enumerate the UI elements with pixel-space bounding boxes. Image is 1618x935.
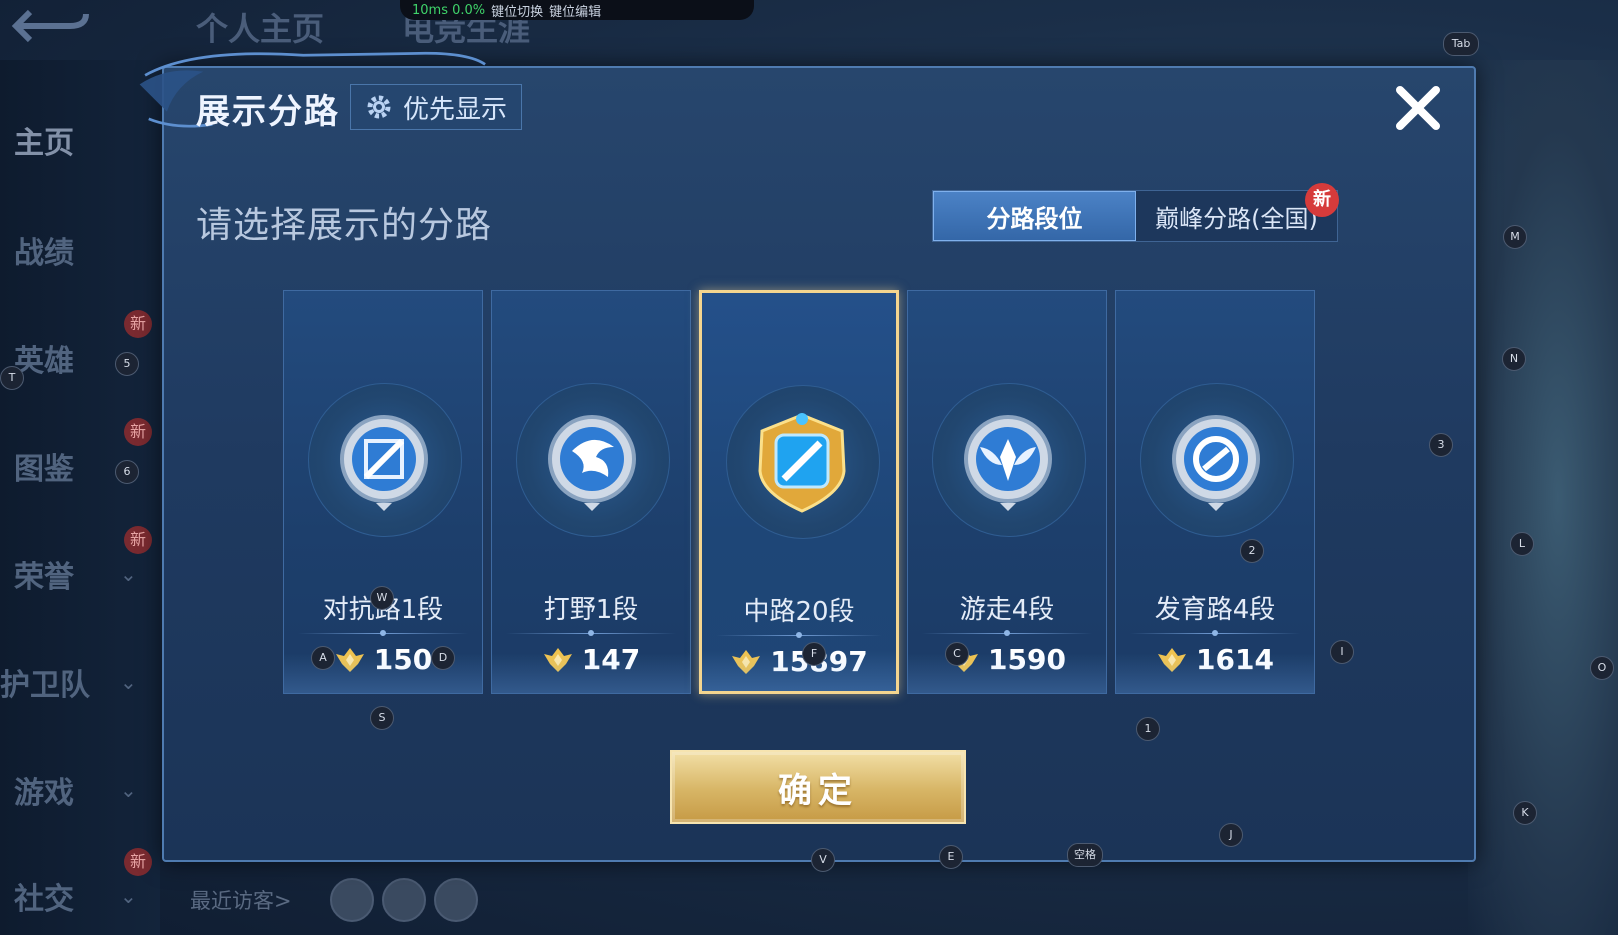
new-badge: 新	[124, 848, 152, 876]
key-hint: L	[1510, 532, 1534, 556]
card-glow	[1116, 653, 1314, 693]
key-hint: O	[1590, 656, 1614, 680]
key-hint: Tab	[1443, 32, 1479, 56]
tab-peak-lane[interactable]: 巅峰分路(全国) 新	[1136, 183, 1339, 241]
key-hint: V	[811, 848, 835, 872]
divider	[796, 632, 802, 638]
tab-personal-home[interactable]: 个人主页	[196, 4, 324, 50]
divider	[1212, 630, 1218, 636]
key-edit-button[interactable]: 键位编辑	[549, 1, 601, 20]
confirm-button[interactable]: 确定	[670, 750, 966, 824]
lane-tab-group: 分路段位 巅峰分路(全国) 新	[932, 183, 1339, 242]
chevron-down-icon: ⌄	[120, 778, 137, 802]
sidebar: 主页 战绩 英雄 新 图鉴 新 荣誉 新 ⌄ 护卫队 ⌄ 游戏 ⌄ 社交 新 ⌄	[0, 60, 160, 935]
card-glow	[908, 653, 1106, 693]
priority-display-button[interactable]: 优先显示	[350, 84, 522, 130]
key-hint: M	[1503, 225, 1527, 249]
key-hint: 1	[1136, 717, 1160, 741]
chevron-down-icon: ⌄	[120, 562, 137, 586]
lane-name: 发育路4段	[1154, 595, 1276, 625]
divider	[588, 630, 594, 636]
close-icon	[1396, 86, 1440, 130]
lane-card-top[interactable]: 对抗路1段 150	[283, 290, 483, 694]
lane-name: 游走4段	[959, 595, 1055, 625]
hud-overlay: 10ms 0.0% 键位切换 键位编辑	[400, 0, 754, 20]
sidebar-item-social[interactable]: 社交	[14, 874, 164, 918]
sidebar-item-games[interactable]: 游戏	[14, 768, 164, 812]
background-art	[1468, 60, 1618, 935]
visitor-avatar[interactable]	[382, 878, 426, 922]
confirm-label: 确定	[778, 770, 858, 811]
key-hint: 5	[115, 352, 139, 376]
select-lane-prompt: 请选择展示的分路	[196, 205, 493, 246]
card-glow	[492, 653, 690, 693]
tab-lane-rank[interactable]: 分路段位	[933, 191, 1136, 241]
key-hint: E	[939, 845, 963, 869]
key-hint: 6	[115, 460, 139, 484]
card-glow	[702, 651, 896, 691]
key-hint: W	[370, 586, 394, 610]
lane-card-adc[interactable]: 发育路4段 1614	[1115, 290, 1315, 694]
new-badge: 新	[1305, 183, 1339, 217]
staff-icon	[758, 413, 846, 513]
tab-peak-lane-label: 巅峰分路(全国)	[1155, 204, 1318, 233]
lane-name: 打野1段	[543, 595, 639, 625]
key-hint: J	[1219, 823, 1243, 847]
divider	[380, 630, 386, 636]
key-hint: S	[370, 706, 394, 730]
lane-card-roam[interactable]: 游走4段 1590	[907, 290, 1107, 694]
chevron-down-icon: ⌄	[120, 884, 137, 908]
sidebar-item-heroes[interactable]: 英雄	[14, 336, 164, 380]
priority-display-label: 优先显示	[403, 94, 508, 125]
divider	[1004, 630, 1010, 636]
recent-visitors-link[interactable]: 最近访客>	[190, 885, 292, 915]
key-hint: A	[311, 646, 335, 670]
sidebar-item-codex[interactable]: 图鉴	[14, 444, 164, 488]
key-hint: I	[1330, 640, 1354, 664]
new-badge: 新	[124, 310, 152, 338]
lane-card-mid[interactable]: 中路20段 15897	[699, 290, 899, 694]
key-hint: 2	[1240, 539, 1264, 563]
perf-readout: 10ms 0.0%	[412, 2, 486, 18]
key-hint: C	[945, 642, 969, 666]
dragon-icon	[548, 415, 636, 511]
back-arrow-icon[interactable]	[10, 4, 90, 48]
key-hint: D	[431, 646, 455, 670]
new-badge: 新	[124, 526, 152, 554]
close-button[interactable]	[1392, 82, 1444, 134]
sword-shield-icon	[340, 415, 428, 511]
key-hint: 空格	[1067, 843, 1103, 867]
wings-icon	[964, 415, 1052, 511]
lane-display-dialog: 展示分路 优先显示 请选择展示的分路 分路段位 巅峰分路(全国) 新 对抗路1段…	[139, 51, 1476, 862]
key-switch-button[interactable]: 键位切换	[491, 1, 543, 20]
lane-card-jungle[interactable]: 打野1段 147	[491, 290, 691, 694]
sidebar-item-records[interactable]: 战绩	[14, 228, 164, 272]
lane-card-list: 对抗路1段 150 打野1段 147	[283, 290, 1351, 694]
new-badge: 新	[124, 418, 152, 446]
chevron-down-icon: ⌄	[120, 670, 137, 694]
key-hint: F	[802, 642, 826, 666]
sidebar-item-honor[interactable]: 荣誉	[14, 552, 164, 596]
key-hint: K	[1513, 801, 1537, 825]
lane-name: 中路20段	[743, 597, 855, 627]
bow-icon	[1172, 415, 1260, 511]
key-hint: T	[0, 366, 24, 390]
key-hint: 3	[1429, 433, 1453, 457]
dialog-title: 展示分路	[196, 92, 340, 132]
visitor-avatar[interactable]	[434, 878, 478, 922]
key-hint: N	[1502, 347, 1526, 371]
visitor-avatar[interactable]	[330, 878, 374, 922]
gear-icon	[367, 95, 391, 119]
